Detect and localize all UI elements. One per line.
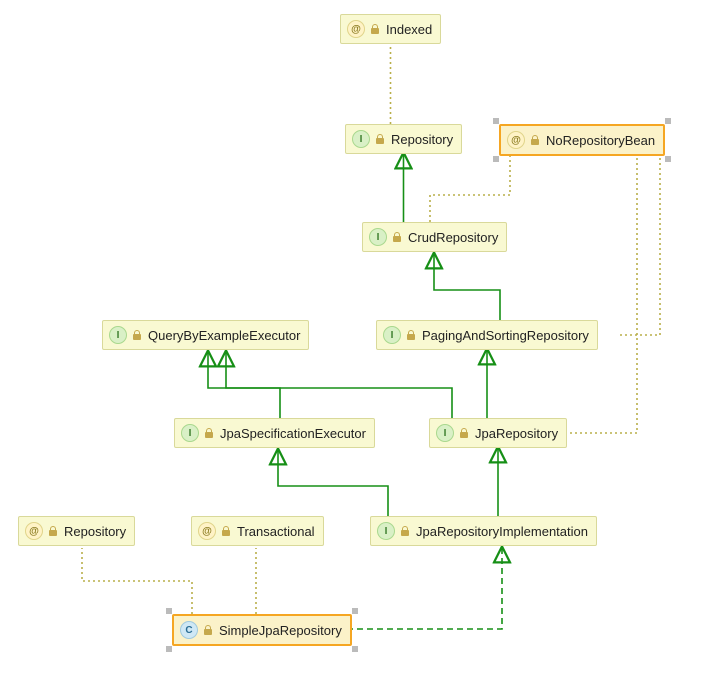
interface-icon: I — [109, 326, 127, 344]
node-label: JpaRepository — [475, 426, 558, 441]
lock-icon — [459, 428, 470, 439]
lock-icon — [370, 24, 381, 35]
node-jpaRepo[interactable]: I JpaRepository — [429, 418, 567, 448]
node-label: SimpleJpaRepository — [219, 623, 342, 638]
node-repository_a[interactable]: @ Repository — [18, 516, 135, 546]
node-label: Indexed — [386, 22, 432, 37]
node-crudRepo[interactable]: I CrudRepository — [362, 222, 507, 252]
node-simpleJpa[interactable]: C SimpleJpaRepository — [172, 614, 352, 646]
selection-handle[interactable] — [166, 608, 172, 614]
edge — [82, 548, 192, 614]
node-label: CrudRepository — [408, 230, 498, 245]
edge — [434, 254, 500, 320]
interface-icon: I — [369, 228, 387, 246]
annotation-icon: @ — [347, 20, 365, 38]
annotation-icon: @ — [198, 522, 216, 540]
node-label: JpaSpecificationExecutor — [220, 426, 366, 441]
lock-icon — [392, 232, 403, 243]
selection-handle[interactable] — [665, 156, 671, 162]
edge — [208, 352, 280, 418]
selection-handle[interactable] — [665, 118, 671, 124]
interface-icon: I — [352, 130, 370, 148]
node-label: Transactional — [237, 524, 315, 539]
annotation-icon: @ — [507, 131, 525, 149]
lock-icon — [203, 625, 214, 636]
interface-icon: I — [377, 522, 395, 540]
selection-handle[interactable] — [493, 156, 499, 162]
selection-handle[interactable] — [352, 646, 358, 652]
class-icon: C — [180, 621, 198, 639]
lock-icon — [375, 134, 386, 145]
lock-icon — [204, 428, 215, 439]
node-jpaSpec[interactable]: I JpaSpecificationExecutor — [174, 418, 375, 448]
node-label: QueryByExampleExecutor — [148, 328, 300, 343]
selection-handle[interactable] — [352, 608, 358, 614]
interface-icon: I — [181, 424, 199, 442]
node-label: PagingAndSortingRepository — [422, 328, 589, 343]
annotation-icon: @ — [25, 522, 43, 540]
edge — [570, 156, 637, 433]
interface-icon: I — [383, 326, 401, 344]
interface-icon: I — [436, 424, 454, 442]
node-indexed[interactable]: @ Indexed — [340, 14, 441, 44]
selection-handle[interactable] — [493, 118, 499, 124]
node-label: JpaRepositoryImplementation — [416, 524, 588, 539]
node-label: Repository — [64, 524, 126, 539]
edge — [226, 352, 452, 418]
edge — [430, 156, 510, 222]
node-label: Repository — [391, 132, 453, 147]
lock-icon — [530, 135, 541, 146]
lock-icon — [48, 526, 59, 537]
edge — [620, 156, 660, 335]
node-pasRepo[interactable]: I PagingAndSortingRepository — [376, 320, 598, 350]
node-noRepoBean[interactable]: @ NoRepositoryBean — [499, 124, 665, 156]
node-qbe[interactable]: I QueryByExampleExecutor — [102, 320, 309, 350]
lock-icon — [400, 526, 411, 537]
edge — [278, 450, 388, 516]
node-transactional[interactable]: @ Transactional — [191, 516, 324, 546]
lock-icon — [221, 526, 232, 537]
selection-handle[interactable] — [166, 646, 172, 652]
node-jpaRepoImpl[interactable]: I JpaRepositoryImplementation — [370, 516, 597, 546]
node-repository_i[interactable]: I Repository — [345, 124, 462, 154]
node-label: NoRepositoryBean — [546, 133, 655, 148]
lock-icon — [406, 330, 417, 341]
lock-icon — [132, 330, 143, 341]
